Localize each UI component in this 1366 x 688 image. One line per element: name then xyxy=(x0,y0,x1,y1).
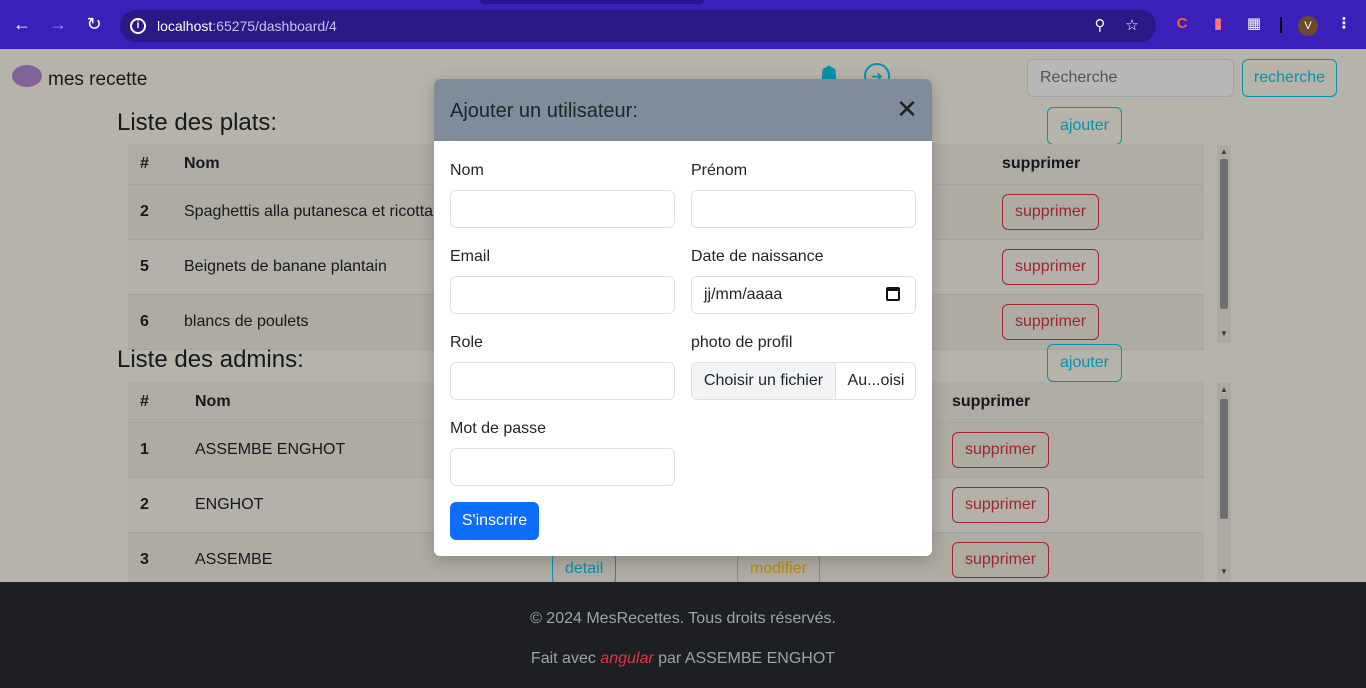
star-icon[interactable]: ☆ xyxy=(1122,16,1142,36)
extension-popcorn-icon[interactable]: ▮ xyxy=(1208,14,1228,34)
footer: © 2024 MesRecettes. Tous droits réservés… xyxy=(0,582,1366,688)
date-label: Date de naissance xyxy=(691,248,824,265)
role-field[interactable] xyxy=(450,362,675,400)
modal-title: Ajouter un utilisateur: xyxy=(450,100,638,122)
browser-toolbar: ← → ↻ i localhost:65275/dashboard/4 ⚲ ☆ … xyxy=(0,0,1366,49)
profile-avatar[interactable]: V xyxy=(1298,16,1318,36)
site-info-icon[interactable]: i xyxy=(130,18,146,34)
choose-file-button[interactable]: Choisir un fichier xyxy=(692,363,836,399)
active-tab-indicator[interactable] xyxy=(480,0,704,4)
close-icon[interactable]: ✕ xyxy=(896,96,918,122)
date-field[interactable]: jj/mm/aaaa xyxy=(691,276,916,314)
back-arrow-icon[interactable]: ← xyxy=(11,13,33,35)
file-name-text: Au...oisi xyxy=(847,372,905,389)
email-field[interactable] xyxy=(450,276,675,314)
date-placeholder: jj/mm/aaaa xyxy=(704,286,783,303)
forward-arrow-icon[interactable]: → xyxy=(47,13,69,35)
more-menu-icon[interactable]: ⋮ xyxy=(1334,14,1354,34)
key-icon[interactable]: ⚲ xyxy=(1090,16,1110,36)
url-text[interactable]: localhost:65275/dashboard/4 xyxy=(157,18,337,34)
calendar-icon[interactable] xyxy=(886,287,900,301)
prenom-field[interactable] xyxy=(691,190,916,228)
address-bar[interactable]: i localhost:65275/dashboard/4 ⚲ ☆ xyxy=(120,10,1156,42)
nom-field[interactable] xyxy=(450,190,675,228)
puzzle-icon[interactable]: ▦ xyxy=(1244,14,1264,34)
submit-button[interactable]: S'inscrire xyxy=(450,502,539,540)
photo-label: photo de profil xyxy=(691,334,793,351)
reload-icon[interactable]: ↻ xyxy=(83,13,105,35)
made-with-text: Fait avec angular par ASSEMBE ENGHOT xyxy=(530,650,836,667)
email-label: Email xyxy=(450,248,491,265)
nom-label: Nom xyxy=(450,162,484,179)
extension-c-icon[interactable]: C xyxy=(1172,14,1192,34)
photo-file-input[interactable]: Choisir un fichier Au...oisi xyxy=(691,362,916,400)
toolbar-separator xyxy=(1280,17,1282,33)
tech-link: angular xyxy=(600,650,654,667)
modal-header: Ajouter un utilisateur: ✕ xyxy=(434,79,932,141)
password-label: Mot de passe xyxy=(450,420,547,437)
add-user-modal: Ajouter un utilisateur: ✕ Nom Prénom Ema… xyxy=(434,79,932,556)
role-label: Role xyxy=(450,334,483,351)
copyright-text: © 2024 MesRecettes. Tous droits réservés… xyxy=(530,610,836,627)
password-field[interactable] xyxy=(450,448,675,486)
prenom-label: Prénom xyxy=(691,162,748,179)
